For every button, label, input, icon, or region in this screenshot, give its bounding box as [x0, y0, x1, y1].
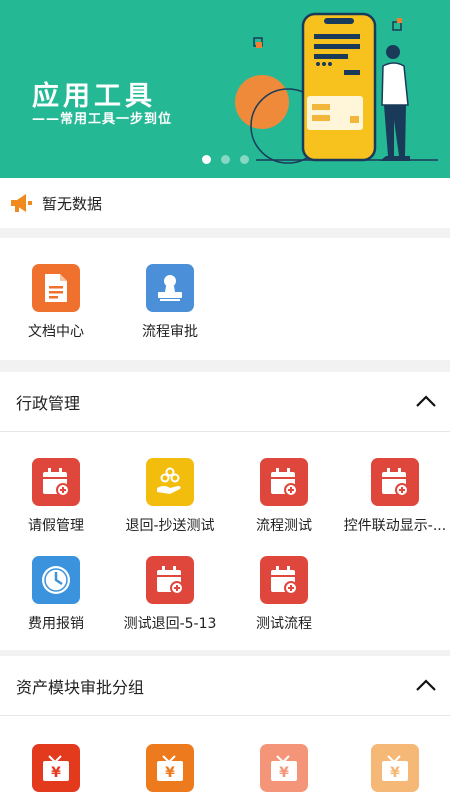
group-header[interactable]: 行政管理 — [0, 372, 450, 432]
yuan-gift-icon: ¥ — [146, 744, 194, 792]
group-title: 资产模块审批分组 — [16, 677, 145, 697]
app-label: 测试流程 — [256, 616, 312, 632]
svg-text:¥: ¥ — [390, 765, 400, 781]
svg-text:¥: ¥ — [279, 765, 289, 781]
chevron-up-icon[interactable] — [414, 390, 438, 414]
calendar-add-icon — [260, 556, 308, 604]
quick-app-document-center[interactable]: 文档中心 — [0, 264, 112, 341]
quick-apps-section: 文档中心 流程审批 — [0, 238, 450, 360]
yuan-gift-icon: ¥ — [32, 744, 80, 792]
carousel-dot[interactable] — [220, 155, 230, 164]
calendar-add-icon — [32, 458, 80, 506]
stamp-icon — [146, 264, 194, 312]
hand-coins-icon — [146, 458, 194, 506]
clock-icon — [32, 556, 80, 604]
calendar-add-icon — [146, 556, 194, 604]
quick-app-process-approval[interactable]: 流程审批 — [114, 264, 226, 341]
app-item[interactable]: ¥ — [114, 744, 226, 792]
banner-subtitle: ——常用工具一步到位 — [32, 112, 173, 127]
app-label: 费用报销 — [28, 616, 84, 632]
svg-text:¥: ¥ — [51, 765, 61, 781]
app-label: 退回-抄送测试 — [125, 518, 215, 534]
svg-text:¥: ¥ — [165, 765, 175, 781]
app-item[interactable]: 请假管理 — [0, 458, 112, 535]
carousel-dot[interactable] — [239, 155, 249, 164]
group-asset-approval: 资产模块审批分组 ¥ ¥ ¥ ¥ — [0, 656, 450, 800]
carousel-indicator — [0, 155, 450, 164]
yuan-gift-icon: ¥ — [371, 744, 419, 792]
document-icon — [32, 264, 80, 312]
calendar-add-icon — [371, 458, 419, 506]
chevron-up-icon[interactable] — [414, 674, 438, 698]
app-item[interactable]: ¥ — [228, 744, 340, 792]
quick-app-label: 流程审批 — [142, 324, 198, 340]
app-item[interactable]: ¥ — [340, 744, 450, 792]
yuan-gift-icon: ¥ — [260, 744, 308, 792]
app-item[interactable]: 退回-抄送测试 — [114, 458, 226, 535]
app-item[interactable]: 流程测试 — [228, 458, 340, 535]
app-item[interactable]: 控件联动显示-... — [340, 458, 450, 535]
banner-carousel[interactable]: 应用工具 ——常用工具一步到位 — [0, 0, 450, 178]
app-label: 流程测试 — [256, 518, 312, 534]
group-title: 行政管理 — [16, 393, 81, 413]
banner-illustration — [235, 12, 438, 164]
notice-text: 暂无数据 — [42, 194, 103, 213]
app-label: 请假管理 — [28, 518, 84, 534]
notice-bar[interactable]: 暂无数据 — [0, 178, 450, 228]
megaphone-icon — [11, 194, 32, 212]
calendar-add-icon — [260, 458, 308, 506]
app-label: 控件联动显示-... — [343, 518, 447, 534]
group-admin: 行政管理 请假管理 退回-抄送测试 流程测试 控件联动显示-... 费用报销 测… — [0, 372, 450, 650]
carousel-dot[interactable] — [201, 155, 211, 164]
group-header[interactable]: 资产模块审批分组 — [0, 656, 450, 716]
quick-app-label: 文档中心 — [28, 324, 84, 340]
app-item[interactable]: 测试退回-5-13 — [114, 556, 226, 633]
app-item[interactable]: 费用报销 — [0, 556, 112, 633]
app-item[interactable]: 测试流程 — [228, 556, 340, 633]
app-label: 测试退回-5-13 — [123, 616, 217, 632]
app-item[interactable]: ¥ — [0, 744, 112, 792]
